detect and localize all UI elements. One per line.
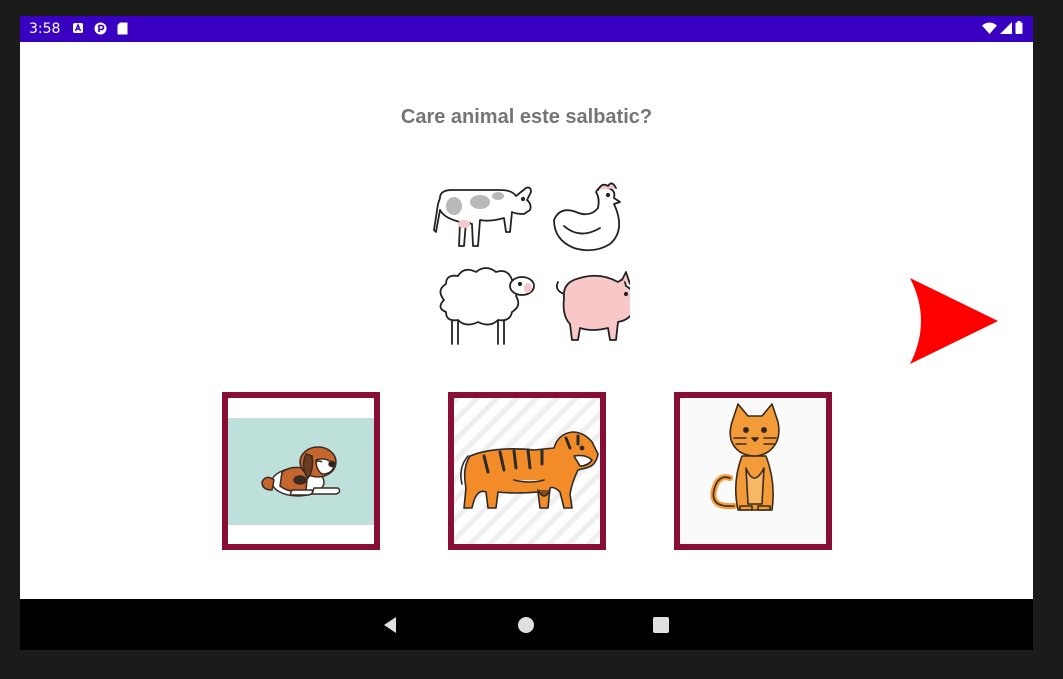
cell-signal-icon xyxy=(1000,21,1012,34)
choice-dog-button[interactable] xyxy=(222,392,380,550)
farm-animals-illustration xyxy=(433,182,630,345)
status-system-icons xyxy=(982,21,1023,34)
tiger-icon xyxy=(454,398,600,544)
quiz-screen: Care animal este salbatic? xyxy=(20,42,1033,599)
battery-icon xyxy=(1015,21,1023,34)
wifi-icon xyxy=(982,22,997,34)
hen-icon xyxy=(553,182,621,252)
recents-button[interactable] xyxy=(649,613,673,637)
cat-icon xyxy=(680,398,826,544)
choice-tiger-button[interactable] xyxy=(448,392,606,550)
status-bar: 3:58 xyxy=(20,16,1033,42)
status-notifications xyxy=(72,22,128,35)
status-time: 3:58 xyxy=(29,21,61,37)
cow-icon xyxy=(433,186,532,247)
back-button[interactable] xyxy=(378,613,402,637)
sheep-icon xyxy=(439,267,535,345)
dog-icon xyxy=(228,418,374,525)
home-button[interactable] xyxy=(514,613,538,637)
notification-p-icon xyxy=(94,22,107,35)
notification-a-icon xyxy=(73,23,83,33)
question-title: Care animal este salbatic? xyxy=(400,106,653,128)
pig-icon xyxy=(555,271,630,341)
navigation-bar xyxy=(20,599,1033,650)
tablet-device: 3:58 Care animal este salbatic? xyxy=(20,16,1033,650)
next-arrow-button[interactable] xyxy=(908,276,1000,366)
choice-cat-button[interactable] xyxy=(674,392,832,550)
sd-card-icon xyxy=(117,22,128,35)
